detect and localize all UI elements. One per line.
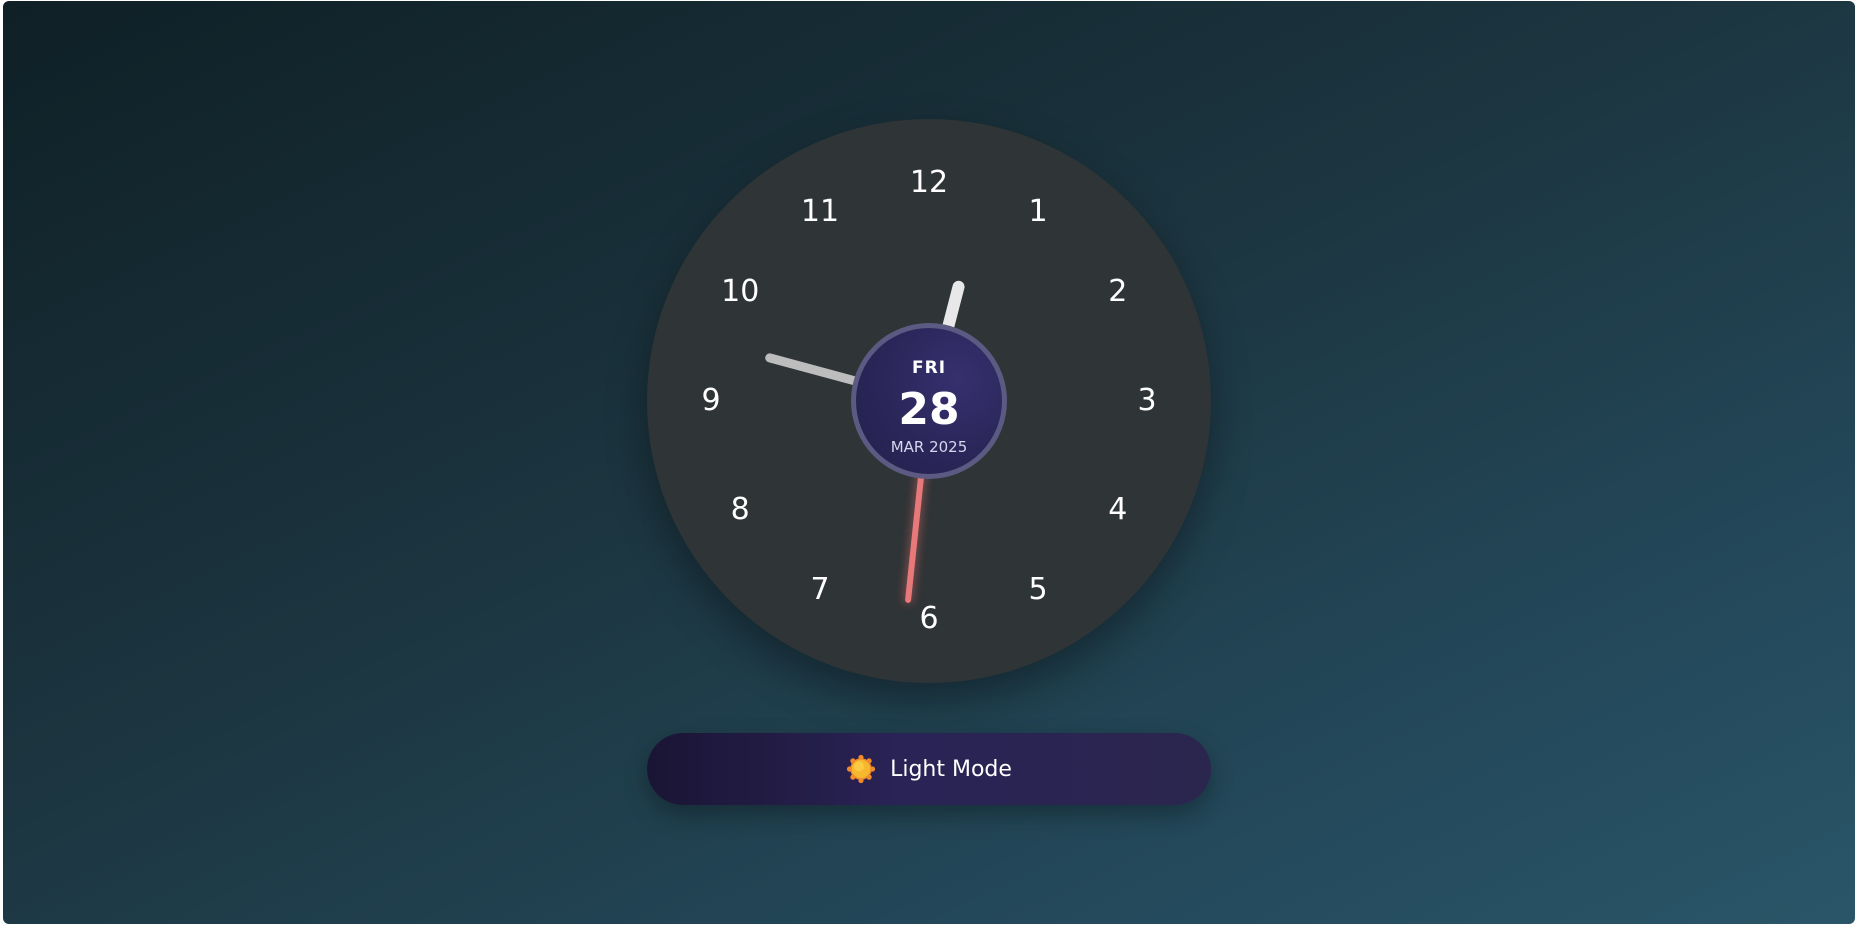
date-weekday: FRI (911, 358, 947, 378)
clock-numeral-8: 8 (730, 492, 750, 527)
light-mode-toggle-button[interactable]: Light Mode (647, 733, 1211, 805)
clock-numeral-12: 12 (909, 165, 949, 200)
clock-numeral-3: 3 (1137, 383, 1157, 418)
clock-numeral-5: 5 (1028, 571, 1048, 607)
mode-toggle-label: Light Mode (890, 756, 1012, 782)
date-display: FRI 28 MAR 2025 (851, 323, 1007, 479)
clock-numeral-6: 6 (919, 601, 939, 636)
clock-numeral-7: 7 (810, 571, 830, 607)
date-month-year: MAR 2025 (890, 438, 968, 456)
clock-numeral-4: 4 (1108, 492, 1128, 527)
app-window: 11 10 9 8 7 6 5 4 3 2 1 12 FRI 28 MAR 2025 (3, 1, 1855, 924)
clock-numeral-9: 9 (701, 383, 721, 418)
date-day-number: 28 (898, 384, 960, 435)
clock-numeral-2: 2 (1108, 274, 1128, 309)
clock-numeral-10: 10 (721, 274, 760, 309)
sun-icon (846, 754, 876, 784)
clock-numeral-11: 11 (800, 194, 840, 230)
clock-numeral-1: 1 (1028, 194, 1048, 230)
clock-face: 11 10 9 8 7 6 5 4 3 2 1 12 FRI 28 MAR 2025 (647, 119, 1211, 683)
